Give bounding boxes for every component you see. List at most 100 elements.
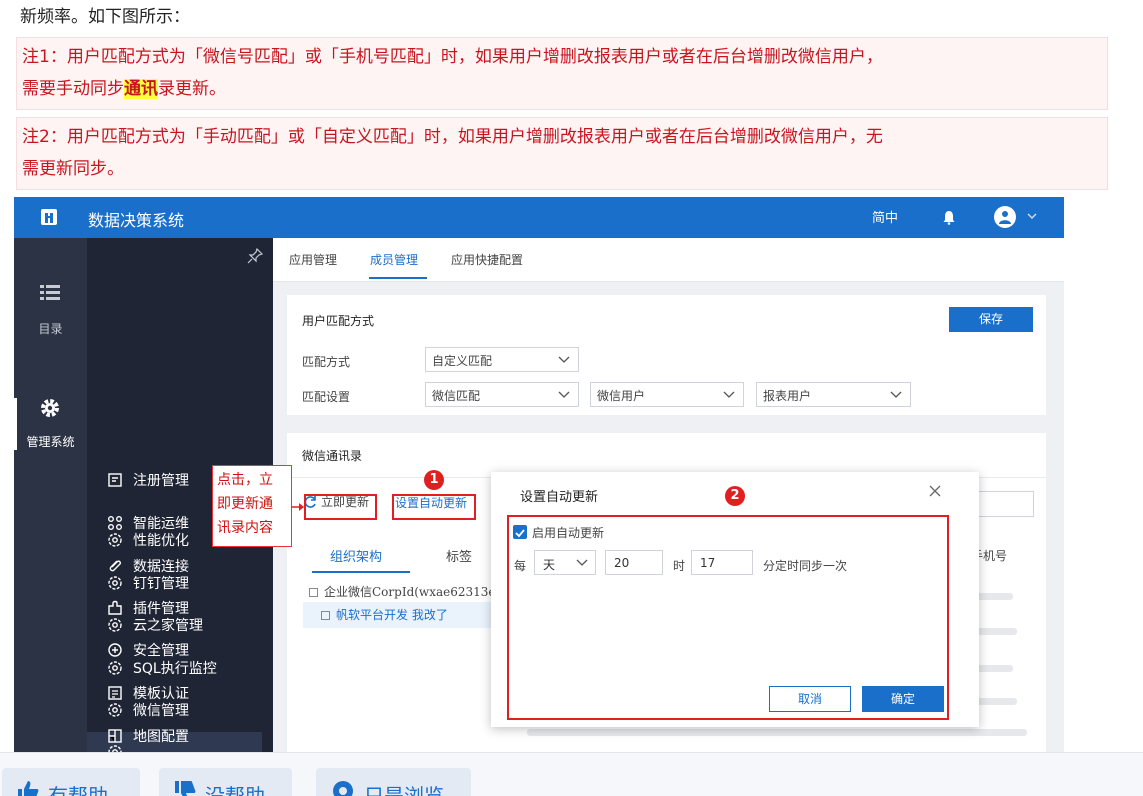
avatar[interactable] xyxy=(994,206,1016,228)
match-setting-select-2[interactable]: 微信用户 xyxy=(590,382,744,407)
gear-icon[interactable] xyxy=(40,398,60,418)
chevron-down-icon xyxy=(890,391,902,398)
callout-arrow-icon xyxy=(291,503,304,511)
logo-icon xyxy=(41,209,57,225)
nav-item-8-label: 钉钉管理 xyxy=(133,576,189,592)
nav-item-10-label: SQL执行监控 xyxy=(133,661,217,677)
note-1-highlight: 通讯 xyxy=(124,79,158,99)
subtab-org[interactable]: 组织架构 xyxy=(330,546,382,565)
subtab-tags[interactable]: 标签 xyxy=(446,546,472,565)
note-2-line-2: 需更新同步。 xyxy=(22,159,124,179)
contacts-header: 微信通讯录 xyxy=(302,449,363,463)
gauge-icon xyxy=(108,533,122,547)
register-icon xyxy=(108,473,122,487)
helpful-label: 有帮助 xyxy=(48,784,108,796)
chevron-down-icon[interactable] xyxy=(1026,210,1038,222)
nav-item-7[interactable]: 性能优化 xyxy=(107,528,189,552)
language-switch[interactable]: 简中 xyxy=(872,207,898,226)
rail-admin-label[interactable]: 管理系统 xyxy=(14,433,87,450)
note-2: 注2：用户匹配方式为「手动匹配」或「自定义匹配」时，如果用户增删改报表用户或者在… xyxy=(16,117,1108,190)
match-header: 用户匹配方式 xyxy=(302,314,375,328)
tree-root[interactable]: 企业微信CorpId(wxae62313e1 xyxy=(309,583,503,600)
chevron-down-icon xyxy=(558,391,570,398)
tab-member-management[interactable]: 成员管理 xyxy=(370,251,418,268)
dialog-title: 设置自动更新 xyxy=(520,490,599,505)
subtab-underline xyxy=(312,571,410,573)
tab-bar: 应用管理 成员管理 应用快捷配置 xyxy=(273,238,1064,282)
highlight-refresh-box xyxy=(304,494,377,520)
nav-item-6-label: 地图配置 xyxy=(133,729,189,745)
note-1: 注1：用户匹配方式为「微信号匹配」或「手机号匹配」时，如果用户增删改报表用户或者… xyxy=(16,37,1108,110)
eye-icon xyxy=(333,781,353,796)
match-setting-select-1[interactable]: 微信匹配 xyxy=(425,382,579,407)
just-browsing-button[interactable]: 只是浏览 xyxy=(316,768,471,796)
user-icon xyxy=(999,211,1011,224)
settings-icon xyxy=(108,576,122,590)
note-1-line-2: 需要手动同步通讯录更新。 xyxy=(22,73,1101,105)
rail-catalog-label[interactable]: 目录 xyxy=(14,320,87,337)
thumbs-down-icon xyxy=(175,781,196,796)
nav-item-9[interactable]: 云之家管理 xyxy=(107,613,203,637)
nav-item-0-label: 注册管理 xyxy=(133,473,189,489)
nav-item-7-label: 性能优化 xyxy=(133,533,189,549)
bell-icon[interactable] xyxy=(942,210,956,225)
settings-icon xyxy=(108,661,122,675)
nav-item-11-label: 微信管理 xyxy=(133,703,189,719)
match-method-value: 自定义匹配 xyxy=(432,354,493,368)
match-setting-select-3[interactable]: 报表用户 xyxy=(756,382,911,407)
list-icon[interactable] xyxy=(40,284,60,300)
step-badge-2: 2 xyxy=(725,486,745,506)
match-setting-value-1: 微信匹配 xyxy=(432,389,481,403)
nav-item-10[interactable]: SQL执行监控 xyxy=(107,656,217,680)
tree-child-label: 帆软平台开发 我改了 xyxy=(336,608,448,622)
tree-child[interactable]: 帆软平台开发 我改了 xyxy=(303,602,503,628)
settings-icon xyxy=(108,618,122,632)
not-helpful-label: 没帮助 xyxy=(205,784,265,796)
intro-text: 新频率。如下图所示： xyxy=(20,7,190,27)
save-button[interactable]: 保存 xyxy=(949,307,1033,332)
match-method-label: 匹配方式 xyxy=(302,355,351,369)
nav-item-9-label: 云之家管理 xyxy=(133,618,203,634)
callout-line-3: 讯录内容 xyxy=(217,520,273,536)
app-screenshot: 数据决策系统 简中 目录 管理系统 注册管理 智能运维 数据连接 插件管理 安全… xyxy=(14,197,1064,757)
chevron-down-icon xyxy=(723,391,735,398)
highlight-auto-box xyxy=(392,494,476,520)
tab-app-management[interactable]: 应用管理 xyxy=(289,251,337,268)
left-rail: 目录 管理系统 xyxy=(14,238,87,757)
expand-icon[interactable] xyxy=(321,611,330,620)
chevron-down-icon xyxy=(558,356,570,363)
close-icon[interactable] xyxy=(929,485,941,497)
note-1-post: 录更新。 xyxy=(158,79,226,99)
feedback-bar: 有帮助 没帮助 只是浏览 xyxy=(0,752,1143,796)
highlight-dialog-box xyxy=(507,515,949,720)
callout-line-2: 即更新通 xyxy=(217,496,273,512)
nav-item-8[interactable]: 钉钉管理 xyxy=(107,571,189,595)
helpful-button[interactable]: 有帮助 xyxy=(2,768,140,796)
tree-root-label: 企业微信CorpId(wxae62313e1 xyxy=(324,585,504,599)
doc-page: 新频率。如下图所示： 注1：用户匹配方式为「微信号匹配」或「手机号匹配」时，如果… xyxy=(0,0,1143,796)
step-badge-1: 1 xyxy=(424,470,444,490)
match-setting-value-3: 报表用户 xyxy=(763,389,812,403)
just-browsing-label: 只是浏览 xyxy=(364,784,444,796)
match-method-select[interactable]: 自定义匹配 xyxy=(425,347,579,372)
app-title: 数据决策系统 xyxy=(88,211,185,230)
thumbs-up-icon xyxy=(18,781,39,796)
match-setting-label: 匹配设置 xyxy=(302,390,351,404)
note-1-pre: 需要手动同步 xyxy=(22,79,124,99)
nav-item-0[interactable]: 注册管理 xyxy=(107,468,189,492)
callout-note: 点击，立 即更新通 讯录内容 xyxy=(212,465,292,547)
callout-line-1: 点击，立 xyxy=(217,472,273,488)
note-2-line-1: 注2：用户匹配方式为「手动匹配」或「自定义匹配」时，如果用户增删改报表用户或者在… xyxy=(22,127,883,147)
note-1-line-1: 注1：用户匹配方式为「微信号匹配」或「手机号匹配」时，如果用户增删改报表用户或者… xyxy=(22,47,883,67)
settings-icon xyxy=(108,703,122,717)
app-topbar: 数据决策系统 简中 xyxy=(14,197,1064,238)
collapse-icon[interactable] xyxy=(309,588,318,597)
not-helpful-button[interactable]: 没帮助 xyxy=(159,768,292,796)
match-setting-value-2: 微信用户 xyxy=(597,389,646,403)
tab-underline xyxy=(369,277,427,279)
match-card: 用户匹配方式 保存 匹配方式 自定义匹配 匹配设置 微信匹配 微信用户 报表用户 xyxy=(287,295,1046,415)
blurred-row xyxy=(527,729,1027,736)
tab-quick-config[interactable]: 应用快捷配置 xyxy=(451,251,523,268)
pin-icon[interactable] xyxy=(247,248,263,264)
nav-item-11[interactable]: 微信管理 xyxy=(107,698,189,722)
